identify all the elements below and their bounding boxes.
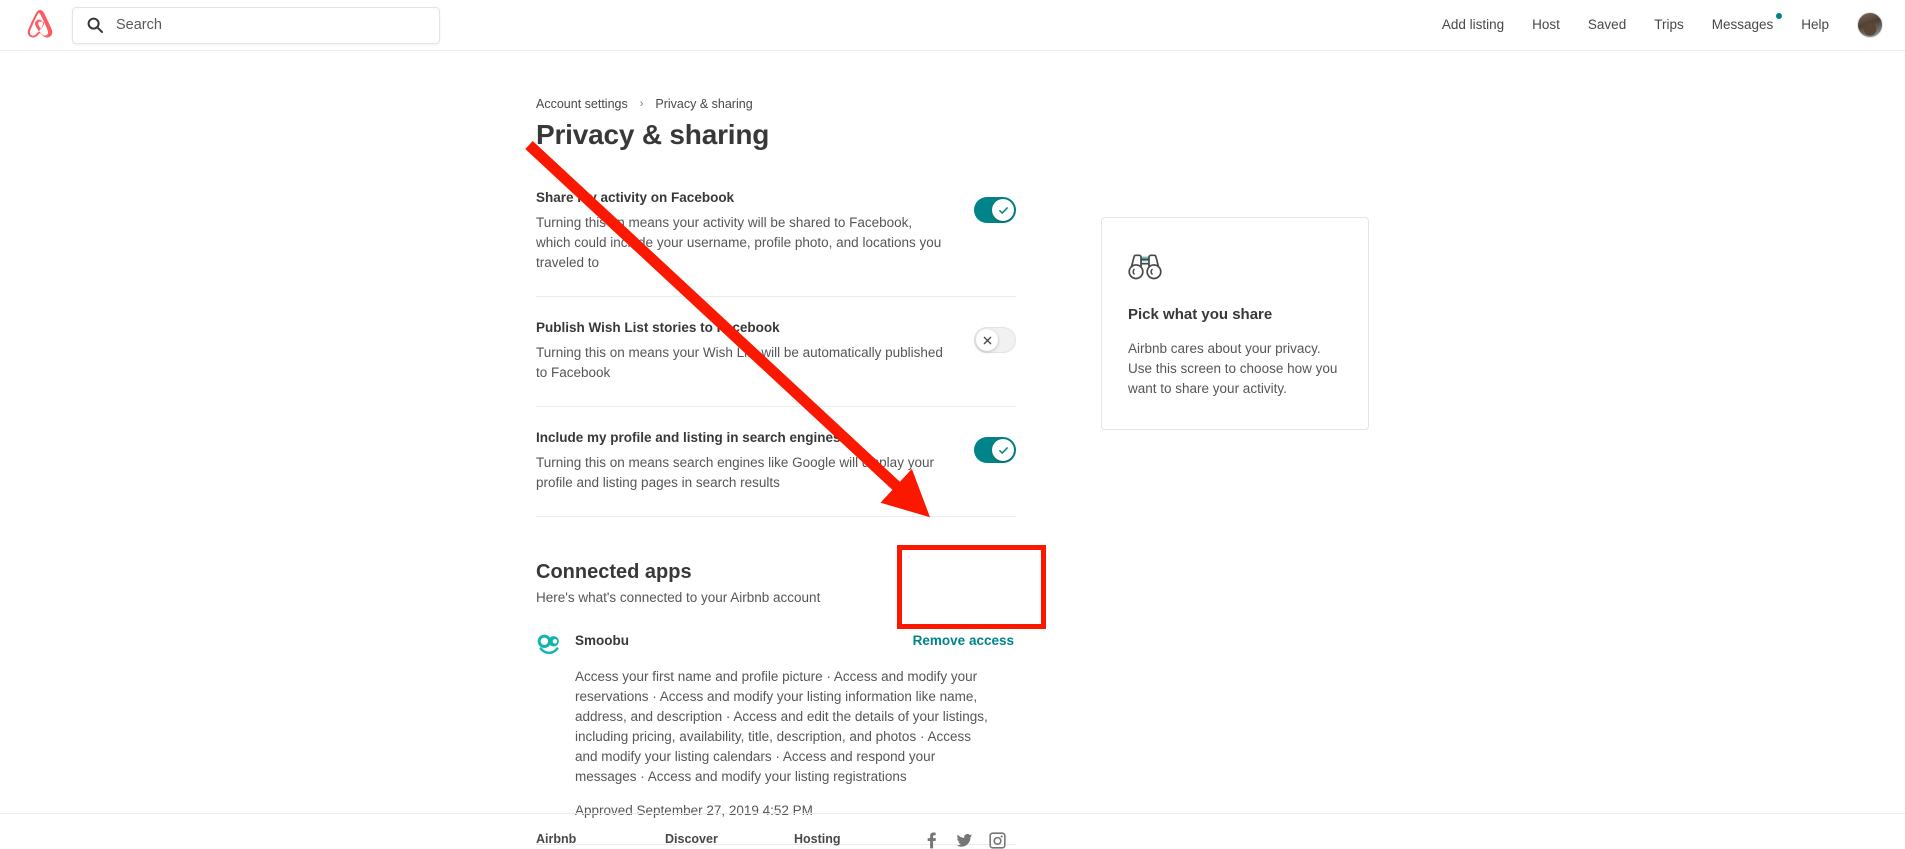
footer-column-airbnb: Airbnb (536, 832, 665, 849)
breadcrumb-privacy-sharing: Privacy & sharing (655, 97, 753, 111)
toggle-publish-wishlist-facebook[interactable] (974, 327, 1016, 353)
binoculars-icon (1128, 254, 1162, 280)
avatar[interactable] (1857, 12, 1883, 38)
nav-label: Add listing (1441, 17, 1505, 32)
twitter-icon[interactable] (956, 832, 973, 849)
chevron-right-icon: › (639, 98, 644, 110)
setting-title: Publish Wish List stories to Facebook (536, 320, 780, 335)
toggle-include-profile-search-engines[interactable] (974, 437, 1016, 463)
nav-item-help[interactable]: Help (1787, 15, 1843, 35)
info-card-title: Pick what you share (1128, 306, 1273, 323)
page-title: Privacy & sharing (536, 119, 770, 150)
footer-column-title: Hosting (794, 832, 841, 846)
footer-column-title: Discover (665, 832, 718, 846)
footer-column-title: Airbnb (536, 832, 577, 846)
toggle-share-activity-facebook[interactable] (974, 197, 1016, 223)
nav-item-add-listing[interactable]: Add listing (1428, 15, 1518, 35)
messages-notification-dot (1776, 13, 1783, 19)
toggle-knob (992, 199, 1014, 221)
facebook-icon[interactable] (923, 832, 940, 849)
nav-item-host[interactable]: Host (1518, 15, 1574, 35)
setting-description: Turning this on means search engines lik… (536, 455, 934, 490)
nav-item-trips[interactable]: Trips (1640, 15, 1698, 35)
nav-links: Add listing Host Saved Trips Messages He… (1428, 12, 1883, 38)
page-footer: Airbnb Discover Hosting (0, 813, 1905, 849)
annotation-highlight-box (897, 545, 1046, 629)
footer-column-discover: Discover (665, 832, 794, 849)
setting-description: Turning this on means your activity will… (536, 215, 942, 270)
search-icon (87, 17, 103, 33)
airbnb-logo-icon[interactable] (22, 6, 58, 44)
page-content: Account settings › Privacy & sharing Pri… (0, 51, 1905, 845)
footer-social-links (923, 832, 1346, 849)
check-icon (998, 446, 1008, 454)
nav-label: Help (1801, 17, 1829, 32)
nav-item-saved[interactable]: Saved (1574, 15, 1640, 35)
remove-access-button[interactable]: Remove access (913, 631, 1016, 651)
setting-title: Share my activity on Facebook (536, 190, 735, 205)
check-icon (998, 206, 1008, 214)
setting-row-publish-wishlist-facebook: Publish Wish List stories to Facebook Tu… (536, 297, 1016, 407)
settings-list: Share my activity on Facebook Turning th… (536, 189, 1016, 845)
connected-app-name: Smoobu (575, 633, 629, 648)
toggle-knob (992, 439, 1014, 461)
nav-label: Messages (1711, 17, 1774, 32)
toggle-knob (976, 329, 998, 351)
footer-column-hosting: Hosting (794, 832, 923, 849)
info-card-body: Airbnb cares about your privacy. Use thi… (1128, 341, 1338, 396)
setting-row-share-activity-facebook: Share my activity on Facebook Turning th… (536, 189, 1016, 297)
nav-label: Host (1532, 17, 1560, 32)
connected-app-permissions: Access your first name and profile pictu… (575, 669, 988, 784)
setting-row-include-profile-search-engines: Include my profile and listing in search… (536, 407, 1016, 517)
nav-item-messages[interactable]: Messages (1698, 13, 1788, 35)
nav-label: Saved (1587, 17, 1627, 32)
close-icon (983, 336, 991, 344)
info-card-pick-what-you-share: Pick what you share Airbnb cares about y… (1101, 217, 1369, 430)
search-bar[interactable] (72, 6, 440, 44)
top-navigation-bar: Add listing Host Saved Trips Messages He… (0, 0, 1905, 51)
instagram-icon[interactable] (989, 832, 1006, 849)
breadcrumb-account-settings[interactable]: Account settings (536, 97, 628, 111)
smoobu-logo-icon (537, 634, 559, 655)
breadcrumb: Account settings › Privacy & sharing (536, 97, 1905, 111)
search-input[interactable] (116, 17, 425, 33)
nav-label: Trips (1654, 17, 1684, 32)
setting-description: Turning this on means your Wish List wil… (536, 345, 943, 380)
setting-title: Include my profile and listing in search… (536, 430, 841, 445)
